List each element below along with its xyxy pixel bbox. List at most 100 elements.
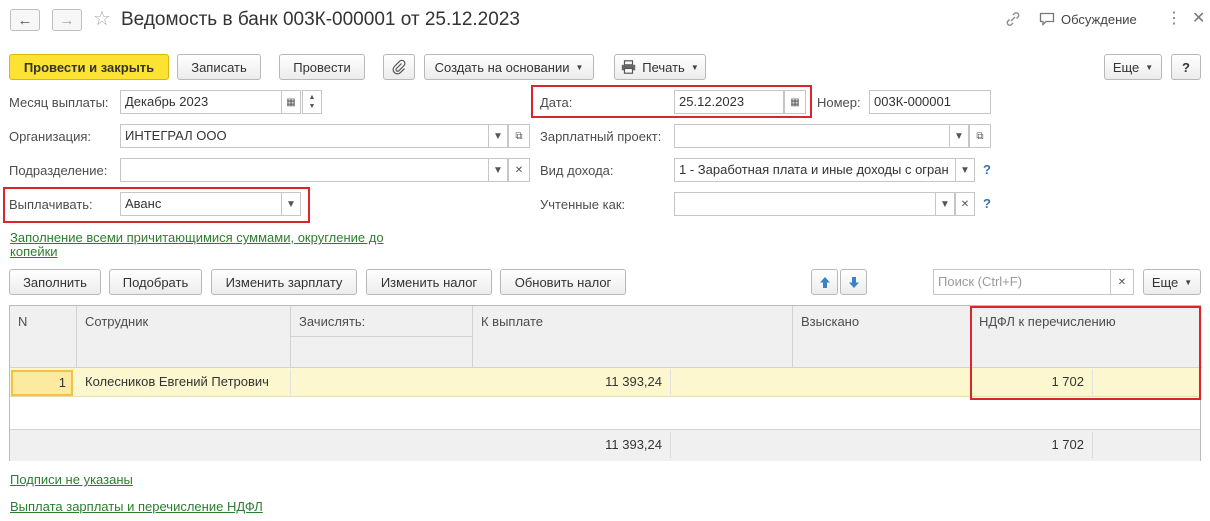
arrow-right-icon: → [59, 11, 75, 29]
back-button[interactable]: ← [10, 9, 40, 31]
division-dropdown-button[interactable]: ▼ [488, 158, 508, 182]
paperclip-icon [392, 59, 406, 75]
table-more-label: Еще [1151, 274, 1179, 290]
print-button[interactable]: Печать ▼ [614, 54, 706, 80]
move-up-button[interactable] [811, 269, 838, 295]
calendar-button[interactable]: ▦ [281, 90, 301, 114]
page-title: Ведомость в банк 003К-000001 от 25.12.20… [121, 9, 520, 30]
column-header-ndfl[interactable]: НДФЛ к перечислению [971, 306, 1202, 368]
favorite-star-icon[interactable]: ☆ [93, 8, 111, 30]
date-calendar-button[interactable]: ▦ [784, 90, 806, 114]
column-header-collected[interactable]: Взыскано [793, 306, 971, 368]
salary-project-label: Зарплатный проект: [540, 129, 662, 144]
counted-as-dropdown-button[interactable]: ▼ [935, 192, 955, 216]
discussion-label[interactable]: Обсуждение [1061, 12, 1137, 27]
month-spinner[interactable]: ▲ ▼ [302, 90, 322, 114]
income-type-dropdown-button[interactable]: ▼ [955, 158, 975, 182]
dropdown-caret-icon: ▼ [1145, 62, 1154, 72]
cell-to-pay[interactable]: 11 393,24 [473, 369, 671, 395]
change-tax-button[interactable]: Изменить налог [366, 269, 492, 295]
organization-open-button[interactable]: ⧉ [508, 124, 530, 148]
organization-field[interactable]: ИНТЕГРАЛ ООО [120, 124, 489, 148]
forward-button[interactable]: → [52, 9, 82, 31]
arrow-up-icon [819, 276, 830, 288]
post-button[interactable]: Провести [279, 54, 365, 80]
save-button[interactable]: Записать [177, 54, 261, 80]
attach-button[interactable] [383, 54, 415, 80]
dropdown-caret-icon: ▼ [690, 62, 699, 72]
help-button[interactable]: ? [1171, 54, 1201, 80]
cell-ndfl[interactable]: 1 702 [971, 369, 1093, 395]
column-header-to-pay[interactable]: К выплате [473, 306, 793, 368]
number-field[interactable]: 003К-000001 [869, 90, 991, 114]
close-icon[interactable]: ✕ [1192, 9, 1205, 29]
more-button[interactable]: Еще ▼ [1104, 54, 1162, 80]
dropdown-caret-icon: ▼ [960, 164, 970, 176]
division-label: Подразделение: [9, 163, 108, 178]
payment-link[interactable]: Выплата зарплаты и перечисление НДФЛ [10, 498, 263, 515]
column-header-credit[interactable]: Зачислять: [291, 306, 473, 337]
post-and-close-button[interactable]: Провести и закрыть [9, 54, 169, 80]
more-vertical-icon[interactable]: ⋮ [1166, 9, 1182, 29]
table-more-button[interactable]: Еще ▼ [1143, 269, 1201, 295]
fill-all-amounts-link[interactable]: Заполнение всеми причитающимися суммами,… [10, 229, 384, 246]
help-question-icon[interactable]: ? [983, 196, 991, 211]
payroll-table: N Сотрудник Зачислять: К выплате Взыскан… [9, 305, 1202, 461]
organization-label: Организация: [9, 129, 92, 144]
link-icon[interactable] [1004, 10, 1022, 34]
printer-icon [622, 60, 636, 74]
dropdown-caret-icon: ▼ [493, 164, 503, 176]
dropdown-caret-icon: ▼ [493, 130, 503, 142]
month-field[interactable]: Декабрь 2023 [120, 90, 282, 114]
fill-button[interactable]: Заполнить [9, 269, 101, 295]
pick-button[interactable]: Подобрать [109, 269, 202, 295]
counted-as-label: Учтенные как: [540, 197, 626, 212]
totals-ndfl: 1 702 [971, 432, 1093, 458]
open-window-icon: ⧉ [515, 130, 523, 142]
spin-up-icon: ▲ [308, 94, 316, 101]
clear-icon: ✕ [1117, 276, 1127, 288]
cell-n[interactable]: 1 [11, 370, 73, 396]
more-label: Еще [1112, 59, 1140, 75]
cell-employee[interactable]: Колесников Евгений Петрович [77, 369, 291, 395]
month-label: Месяц выплаты: [9, 95, 109, 110]
date-label: Дата: [540, 95, 573, 110]
move-down-button[interactable] [840, 269, 867, 295]
spin-down-icon: ▼ [308, 103, 316, 110]
income-type-field[interactable]: 1 - Заработная плата и иные доходы с огр… [674, 158, 956, 182]
change-salary-button[interactable]: Изменить зарплату [211, 269, 357, 295]
income-type-label: Вид дохода: [540, 163, 614, 178]
column-header-n[interactable]: N [10, 306, 77, 368]
update-tax-button[interactable]: Обновить налог [500, 269, 626, 295]
number-label: Номер: [817, 95, 861, 110]
counted-as-clear-button[interactable]: ✕ [955, 192, 975, 216]
organization-dropdown-button[interactable]: ▼ [488, 124, 508, 148]
pay-dropdown-button[interactable]: ▼ [281, 192, 301, 216]
fill-all-amounts-link-cont[interactable]: копейки [10, 243, 58, 260]
pay-label: Выплачивать: [9, 197, 93, 212]
calendar-icon: ▦ [286, 96, 296, 108]
division-clear-button[interactable]: ✕ [508, 158, 530, 182]
signatures-link[interactable]: Подписи не указаны [10, 471, 133, 488]
search-clear-button[interactable]: ✕ [1110, 269, 1134, 295]
search-input[interactable]: Поиск (Ctrl+F) [933, 269, 1111, 295]
salary-project-dropdown-button[interactable]: ▼ [949, 124, 969, 148]
column-header-employee[interactable]: Сотрудник [77, 306, 291, 368]
open-window-icon: ⧉ [976, 130, 984, 142]
division-field[interactable] [120, 158, 489, 182]
counted-as-field[interactable] [674, 192, 936, 216]
help-question-icon[interactable]: ? [983, 162, 991, 177]
arrow-down-icon [848, 276, 859, 288]
calendar-icon: ▦ [790, 96, 800, 108]
salary-project-field[interactable] [674, 124, 950, 148]
pay-field[interactable]: Аванс [120, 192, 282, 216]
discussion-icon[interactable] [1038, 10, 1056, 34]
dropdown-caret-icon: ▼ [954, 130, 964, 142]
date-field[interactable]: 25.12.2023 [674, 90, 784, 114]
dropdown-caret-icon: ▼ [940, 198, 950, 210]
create-based-on-button[interactable]: Создать на основании ▼ [424, 54, 594, 80]
create-based-on-label: Создать на основании [434, 59, 570, 75]
arrow-left-icon: ← [17, 11, 33, 29]
salary-project-open-button[interactable]: ⧉ [969, 124, 991, 148]
totals-to-pay: 11 393,24 [473, 432, 671, 458]
